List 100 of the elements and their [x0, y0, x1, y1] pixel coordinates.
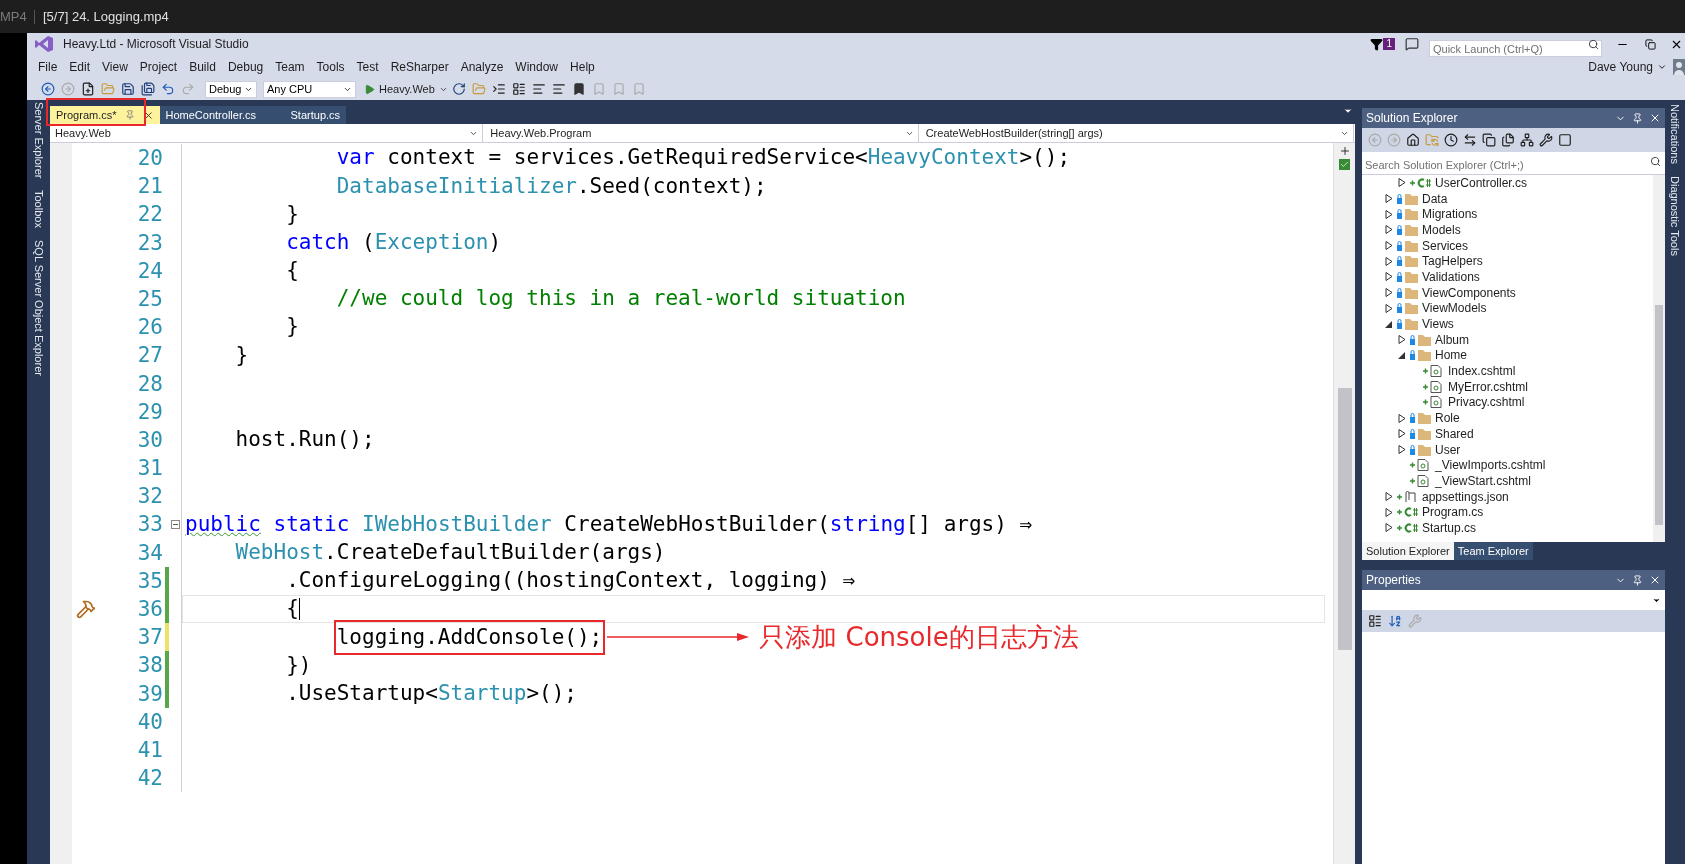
- avatar[interactable]: [1673, 58, 1685, 75]
- scroll-thumb[interactable]: [1337, 388, 1352, 650]
- tree-item-label[interactable]: Role: [1435, 412, 1460, 425]
- menu-item[interactable]: ReSharper: [384, 57, 455, 76]
- collapsed-arrow-icon[interactable]: [1385, 492, 1393, 502]
- collapsed-arrow-icon[interactable]: [1385, 507, 1393, 517]
- document-tab[interactable]: Program.cs*: [50, 106, 160, 124]
- tree-item-label[interactable]: TagHelpers: [1422, 255, 1483, 268]
- menu-item[interactable]: Help: [564, 57, 601, 76]
- preview-icon[interactable]: [1556, 131, 1574, 149]
- filter-icon[interactable]: [1370, 37, 1384, 51]
- tree-item-label[interactable]: Validations: [1422, 270, 1480, 283]
- tree-item-label[interactable]: Data: [1422, 192, 1448, 205]
- menu-item[interactable]: Analyze: [454, 57, 510, 76]
- tree-item-label[interactable]: MyError.cshtml: [1448, 380, 1528, 393]
- close-icon[interactable]: [1649, 112, 1661, 124]
- quick-launch-field[interactable]: Quick Launch (Ctrl+Q): [1429, 40, 1602, 57]
- scroll-thumb[interactable]: [1655, 305, 1663, 525]
- categorized-icon[interactable]: [1366, 612, 1384, 630]
- collapsed-arrow-icon[interactable]: [1385, 256, 1393, 266]
- menu-item[interactable]: File: [32, 57, 64, 76]
- expanded-arrow-icon[interactable]: [1398, 350, 1406, 360]
- user-name[interactable]: Dave Young: [1588, 57, 1653, 76]
- collapsed-arrow-icon[interactable]: [1385, 209, 1393, 219]
- tool-window-tab[interactable]: Toolbox: [30, 190, 47, 229]
- restore-icon[interactable]: [1645, 38, 1656, 50]
- menu-item[interactable]: Debug: [221, 57, 270, 76]
- tree-item-label[interactable]: Shared: [1435, 427, 1474, 440]
- menu-item[interactable]: Edit: [63, 57, 97, 76]
- collapsed-arrow-icon[interactable]: [1385, 288, 1393, 298]
- collapsed-arrow-icon[interactable]: [1385, 523, 1393, 533]
- menu-item[interactable]: Build: [183, 57, 222, 76]
- properties-icon[interactable]: [1537, 131, 1555, 149]
- collapsed-arrow-icon[interactable]: [1398, 429, 1406, 439]
- history-icon[interactable]: [1442, 131, 1460, 149]
- vertical-scrollbar[interactable]: [1333, 143, 1355, 864]
- configuration-dropdown[interactable]: Debug: [205, 80, 257, 98]
- collapsed-arrow-icon[interactable]: [1385, 241, 1393, 251]
- tree-item-label[interactable]: Services: [1422, 239, 1468, 252]
- tool-window-tab[interactable]: Diagnostic Tools: [1666, 175, 1684, 256]
- tab-list-icon[interactable]: [1343, 106, 1353, 116]
- menu-item[interactable]: Project: [133, 57, 184, 76]
- collapsed-arrow-icon[interactable]: [1398, 445, 1406, 455]
- expanded-arrow-icon[interactable]: [1385, 319, 1393, 329]
- collapsed-arrow-icon[interactable]: [1398, 335, 1406, 345]
- document-tab[interactable]: Startup.cs: [284, 106, 347, 124]
- feedback-icon[interactable]: [1405, 37, 1419, 51]
- tool-window-tab[interactable]: Server Explorer: [30, 102, 47, 179]
- pin-icon[interactable]: [1632, 112, 1643, 124]
- navigation-dropdown[interactable]: Heavy.Web: [51, 124, 484, 142]
- tool-window-tab[interactable]: Notifications: [1666, 104, 1684, 164]
- collapse-all-icon[interactable]: [1480, 131, 1498, 149]
- tree-item-label[interactable]: Privacy.cshtml: [1448, 396, 1525, 409]
- collapsed-arrow-icon[interactable]: [1385, 303, 1393, 313]
- save-icon[interactable]: [119, 80, 137, 98]
- tree-item-label[interactable]: User: [1435, 443, 1461, 456]
- platform-dropdown[interactable]: Any CPU: [263, 80, 356, 98]
- tree-item-label[interactable]: Views: [1422, 318, 1454, 331]
- menu-item[interactable]: Tools: [310, 57, 351, 76]
- tree-item-label[interactable]: Album: [1435, 333, 1469, 346]
- tree-item-label[interactable]: Migrations: [1422, 208, 1478, 221]
- menu-item[interactable]: Team: [269, 57, 311, 76]
- collapsed-arrow-icon[interactable]: [1398, 178, 1406, 188]
- pin-icon[interactable]: [1632, 574, 1643, 586]
- split-icon[interactable]: [1338, 145, 1351, 157]
- home-icon[interactable]: [1404, 131, 1422, 149]
- tree-item-label[interactable]: Startup.cs: [1422, 521, 1477, 534]
- tree-item-label[interactable]: Program.cs: [1422, 506, 1484, 519]
- tree-item-label[interactable]: Home: [1435, 349, 1467, 362]
- tree-item-label[interactable]: ViewComponents: [1422, 286, 1516, 299]
- close-icon[interactable]: [1649, 574, 1661, 586]
- collapsed-arrow-icon[interactable]: [1385, 225, 1393, 235]
- tool-window-tab[interactable]: SQL Server Object Explorer: [30, 240, 47, 377]
- collapsed-arrow-icon[interactable]: [1398, 413, 1406, 423]
- search-icon[interactable]: [1588, 38, 1599, 50]
- hammer-icon[interactable]: [76, 599, 96, 620]
- collapsed-arrow-icon[interactable]: [1385, 272, 1393, 282]
- panel-tab[interactable]: Team Explorer: [1453, 542, 1533, 560]
- collapsed-arrow-icon[interactable]: [1385, 194, 1393, 204]
- tree-item-label[interactable]: _ViewStart.cshtml: [1435, 474, 1531, 487]
- menu-item[interactable]: Window: [509, 57, 565, 76]
- tree-item-label[interactable]: ViewModels: [1422, 302, 1487, 315]
- tree-scrollbar[interactable]: [1653, 175, 1665, 542]
- back-icon[interactable]: [39, 80, 57, 98]
- tree-item-label[interactable]: Index.cshtml: [1448, 365, 1516, 378]
- collapse-toggle[interactable]: [170, 520, 180, 530]
- start-button[interactable]: Heavy.Web: [364, 80, 448, 98]
- tree-item-label[interactable]: _ViewImports.cshtml: [1435, 459, 1546, 472]
- navigation-dropdown[interactable]: Heavy.Web.Program: [486, 124, 919, 142]
- tree-item-label[interactable]: UserController.cs: [1435, 176, 1528, 189]
- menu-item[interactable]: Test: [350, 57, 385, 76]
- navigation-dropdown[interactable]: CreateWebHostBuilder(string[] args): [921, 124, 1354, 142]
- search-icon[interactable]: [1650, 156, 1661, 167]
- show-all-files-icon[interactable]: [1499, 131, 1517, 149]
- document-tab[interactable]: HomeController.cs: [159, 106, 285, 124]
- save-all-icon[interactable]: [139, 80, 157, 98]
- tree-item-label[interactable]: appsettings.json: [1422, 490, 1509, 503]
- tree-item-label[interactable]: Models: [1422, 223, 1461, 236]
- panel-tab[interactable]: Solution Explorer: [1362, 542, 1454, 560]
- menu-item[interactable]: View: [96, 57, 134, 76]
